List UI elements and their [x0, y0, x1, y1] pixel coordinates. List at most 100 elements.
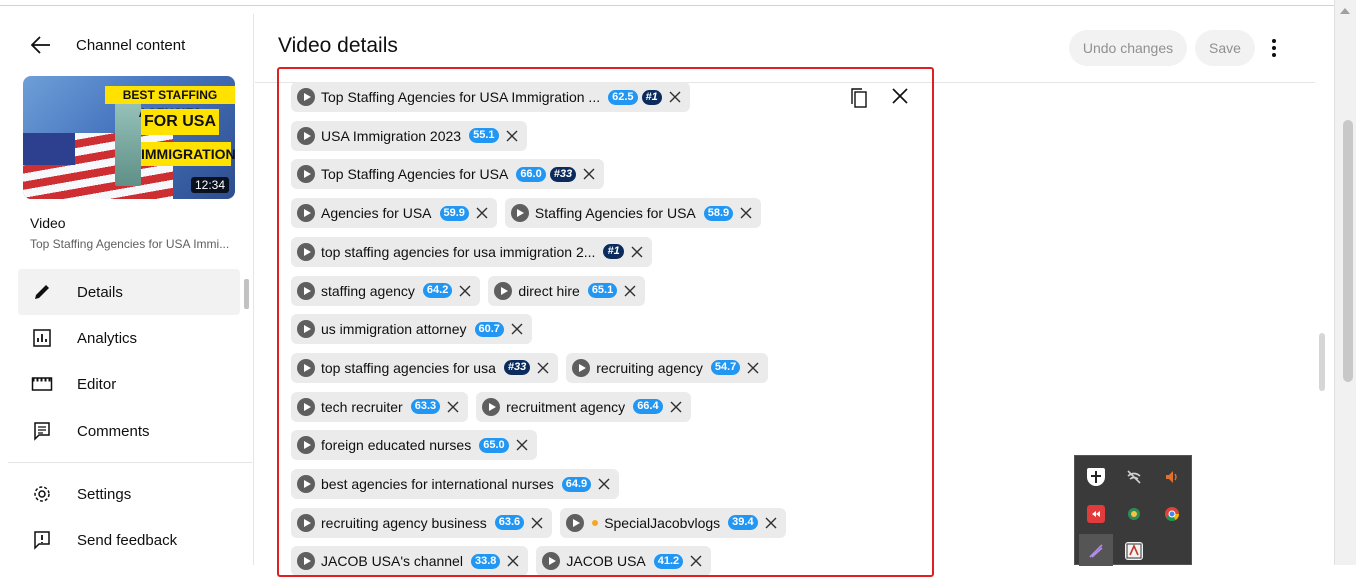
font-app-icon[interactable] [1125, 542, 1143, 560]
undo-changes-button[interactable]: Undo changes [1069, 30, 1187, 66]
tag-chip[interactable]: top staffing agencies for usa #33 [291, 352, 559, 383]
gear-icon [30, 482, 54, 506]
network-off-icon[interactable] [1125, 468, 1143, 486]
copy-icon[interactable] [849, 87, 869, 109]
tag-play-icon [297, 358, 315, 377]
remove-tag-icon[interactable] [669, 400, 683, 414]
tag-text: top staffing agencies for usa immigratio… [321, 243, 596, 260]
close-icon[interactable] [891, 87, 911, 107]
remove-tag-icon[interactable] [746, 361, 760, 375]
tag-row: foreign educated nurses 65.0 [291, 430, 537, 461]
remove-tag-icon[interactable] [505, 129, 519, 143]
tag-chip[interactable]: recruitment agency 66.4 [476, 391, 691, 422]
tag-text: best agencies for international nurses [321, 476, 554, 492]
tag-chip[interactable]: tech recruiter 63.3 [291, 391, 469, 422]
nav-comments[interactable]: Comments [18, 408, 240, 454]
tag-chip[interactable]: recruiting agency business 63.6 [291, 507, 553, 538]
tag-score-badge: 63.6 [494, 515, 525, 531]
scroll-up-arrow-icon[interactable] [1340, 8, 1350, 14]
nav-analytics[interactable]: Analytics [18, 315, 240, 361]
tag-chip[interactable]: Top Staffing Agencies for USA 66.0 #33 [291, 159, 605, 190]
tag-play-icon [297, 242, 315, 261]
tag-score-badge: 59.9 [439, 205, 469, 221]
sidebar-scrollbar[interactable] [244, 279, 249, 309]
remove-tag-icon[interactable] [739, 206, 753, 220]
tag-play-icon [297, 126, 315, 145]
tag-score-badge: 41.2 [653, 553, 684, 569]
tag-row: top staffing agencies for usa #33 recruiti… [291, 352, 769, 383]
tag-chip[interactable]: top staffing agencies for usa immigratio… [291, 236, 652, 267]
tag-row: JACOB USA's channel 33.8 JACOB USA 41.2 [291, 546, 712, 575]
tag-play-icon [566, 513, 585, 532]
tag-score-badge: 33.8 [470, 553, 501, 569]
remove-tag-icon[interactable] [630, 245, 644, 259]
tag-chip[interactable]: JACOB USA 41.2 [536, 546, 712, 575]
tag-play-icon [297, 204, 315, 223]
tag-score-badge: 58.9 [703, 205, 734, 221]
tag-rank-badge: #1 [641, 89, 662, 105]
tag-chip[interactable]: best agencies for international nurses 64… [291, 469, 620, 499]
analytics-icon [30, 326, 54, 350]
remove-tag-icon[interactable] [597, 477, 611, 491]
remove-tag-icon[interactable] [530, 516, 544, 530]
tag-play-icon [297, 165, 315, 184]
more-options-icon[interactable] [1263, 36, 1285, 60]
tag-text: staffing agency [321, 282, 415, 299]
app-green-icon[interactable] [1125, 505, 1143, 523]
content-scrollbar[interactable] [1319, 333, 1325, 391]
tag-chip[interactable]: USA Immigration 2023 55.1 [291, 120, 527, 151]
window-scrollbar-thumb[interactable] [1343, 120, 1353, 382]
remove-tag-icon[interactable] [536, 361, 550, 375]
remove-tag-icon[interactable] [668, 90, 682, 104]
remove-tag-icon[interactable] [582, 167, 596, 181]
back-arrow-icon[interactable] [30, 34, 52, 56]
remove-tag-icon[interactable] [458, 284, 472, 298]
tag-chip[interactable]: direct hire 65.1 [488, 275, 646, 306]
tags-panel: Top Staffing Agencies for USA Immigratio… [277, 67, 934, 577]
tag-play-icon [297, 320, 315, 339]
tag-chip[interactable]: Staffing Agencies for USA 58.9 [504, 198, 762, 229]
remove-tag-icon[interactable] [446, 400, 460, 414]
tag-chip[interactable]: us immigration attorney 60.7 [291, 314, 532, 345]
remove-tag-icon[interactable] [510, 322, 524, 336]
tag-score-badge: 60.7 [474, 321, 504, 337]
tag-score-badge: 63.3 [410, 399, 441, 415]
remove-tag-icon[interactable] [764, 516, 778, 530]
tag-chip[interactable]: staffing agency 64.2 [291, 275, 481, 306]
remove-tag-icon[interactable] [506, 554, 520, 568]
tag-row: Top Staffing Agencies for USA 66.0 #33 [291, 159, 605, 190]
app-red-icon[interactable] [1087, 505, 1105, 523]
tag-score-badge: 62.5 [608, 89, 638, 105]
video-thumbnail[interactable]: BEST STAFFING AGENCIES FOR USA IMMIGRATI… [23, 76, 235, 199]
tag-text: Top Staffing Agencies for USA Immigratio… [321, 89, 601, 105]
nav-send-feedback[interactable]: Send feedback [18, 517, 240, 563]
tag-chip[interactable]: SpecialJacobvlogs 39.4 [560, 507, 786, 538]
volume-icon[interactable] [1163, 468, 1181, 486]
tag-score-badge: 65.0 [479, 437, 509, 453]
save-button[interactable]: Save [1195, 30, 1255, 66]
tag-row: staffing agency 64.2 direct hire 65.1 [291, 275, 646, 306]
chrome-icon[interactable] [1163, 505, 1181, 523]
pen-icon[interactable] [1087, 542, 1105, 560]
tag-text: USA Immigration 2023 [321, 127, 462, 144]
tag-chip[interactable]: foreign educated nurses 65.0 [291, 430, 537, 461]
remove-tag-icon[interactable] [689, 554, 703, 568]
remove-tag-icon[interactable] [515, 438, 529, 452]
remove-tag-icon[interactable] [475, 206, 489, 220]
nav-editor[interactable]: Editor [18, 361, 240, 407]
shield-icon[interactable] [1087, 468, 1105, 486]
tag-chip[interactable]: Top Staffing Agencies for USA Immigratio… [291, 82, 690, 112]
tag-rank-badge: #1 [603, 244, 624, 260]
tag-rank-badge: #33 [549, 166, 577, 182]
tag-text: Agencies for USA [321, 205, 432, 222]
channel-content-title: Channel content [76, 36, 186, 54]
tag-chip[interactable]: Agencies for USA 59.9 [291, 198, 497, 229]
nav-details[interactable]: Details [18, 269, 240, 315]
tag-chip[interactable]: recruiting agency 54.7 [566, 352, 769, 383]
tag-text: recruiting agency business [321, 514, 487, 531]
nav-settings[interactable]: Settings [18, 471, 240, 517]
remove-tag-icon[interactable] [623, 284, 637, 298]
nav-label: Analytics [77, 329, 138, 347]
tag-text: recruitment agency [506, 398, 626, 415]
tag-chip[interactable]: JACOB USA's channel 33.8 [291, 546, 529, 575]
